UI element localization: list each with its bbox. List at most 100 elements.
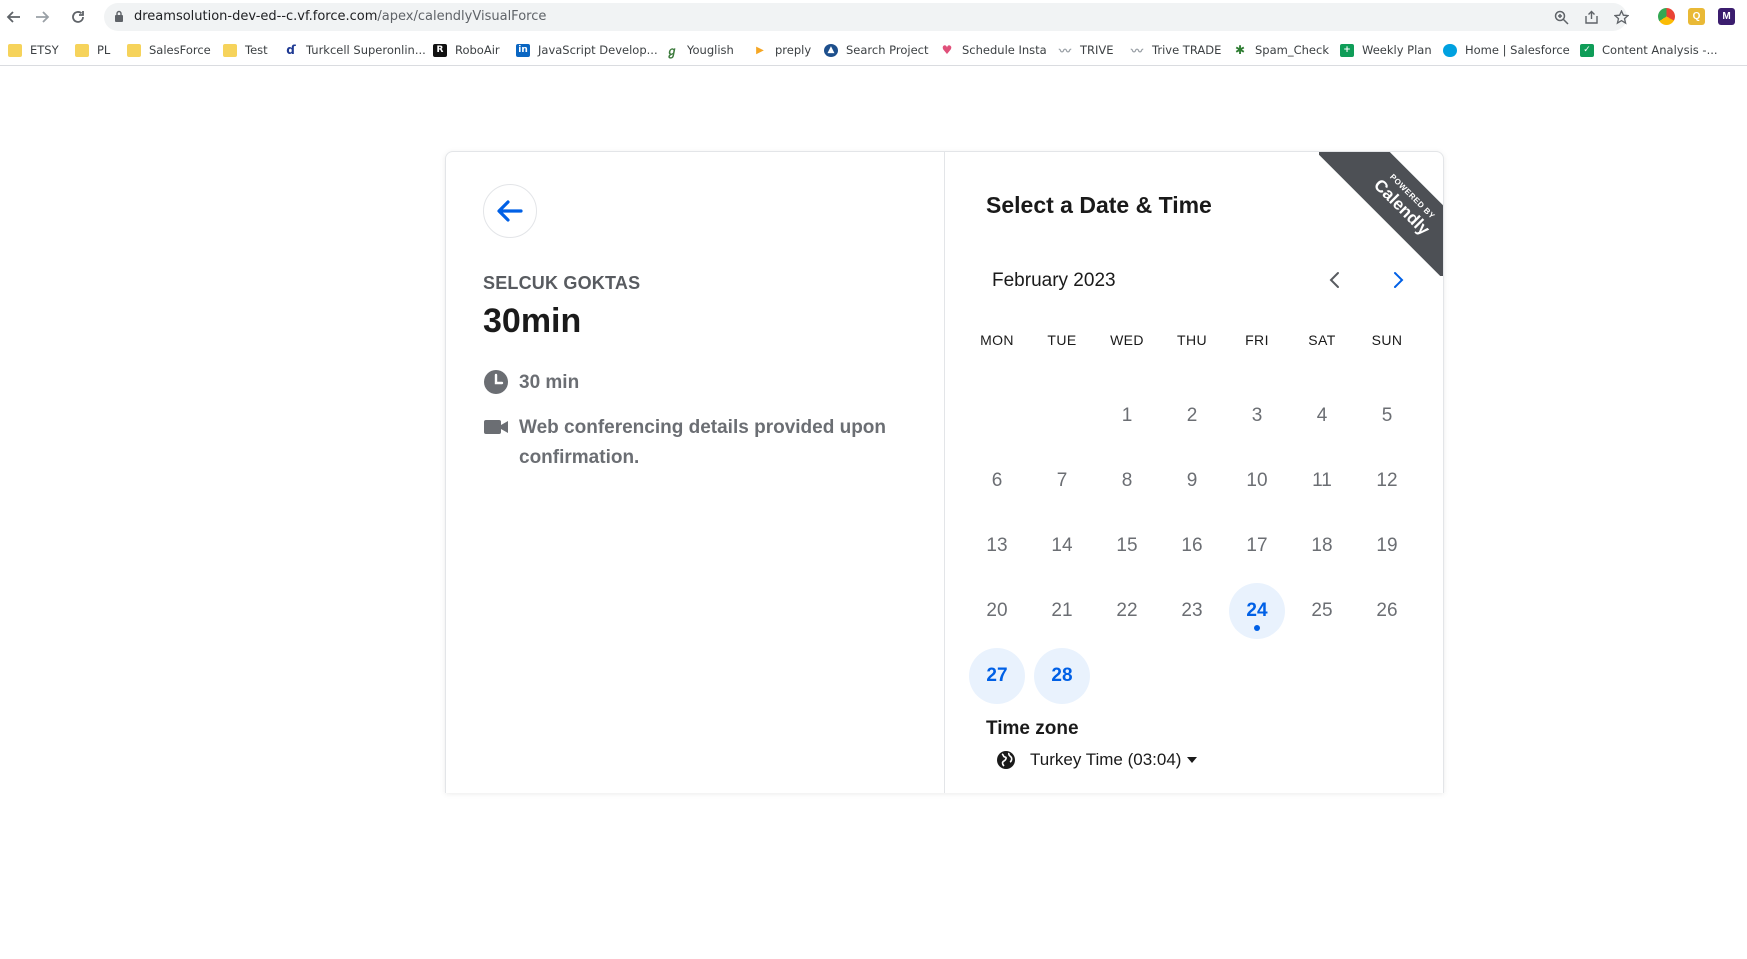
weekday-tue: TUE — [1047, 332, 1077, 348]
folder-icon — [8, 43, 22, 57]
extension-chrome-icon[interactable] — [1658, 8, 1675, 25]
bookmark-turkcell[interactable]: ɗ Turkcell Superonlin... — [284, 42, 426, 58]
powered-by-ribbon[interactable]: POWERED BY Calendly — [1319, 152, 1443, 276]
globe-icon — [997, 751, 1015, 769]
calendar-day-16: 16 — [1181, 535, 1203, 556]
bookmark-trive-trade[interactable]: 〰 Trive TRADE — [1130, 42, 1221, 58]
month-label: February 2023 — [992, 270, 1116, 291]
roboair-icon: R — [433, 43, 447, 57]
folder-icon — [223, 43, 237, 57]
weekday-thu: THU — [1177, 332, 1207, 348]
clock-icon — [484, 370, 508, 394]
calendar-day-11: 11 — [1312, 470, 1332, 491]
calendar-day-7: 7 — [1056, 470, 1068, 491]
calendar-day-8: 8 — [1121, 470, 1133, 491]
calendar-day-23: 23 — [1181, 600, 1203, 621]
calendar-day-9: 9 — [1186, 470, 1198, 491]
salesforce-icon — [1443, 43, 1457, 57]
timezone-value: Turkey Time (03:04) — [1030, 750, 1182, 769]
bookmark-spam-check[interactable]: ✱ Spam_Check — [1233, 42, 1329, 58]
timezone-select[interactable]: Turkey Time (03:04) — [996, 750, 1198, 770]
lock-icon — [115, 10, 123, 22]
back-button[interactable] — [483, 184, 537, 238]
bookmark-weekly-plan[interactable]: + Weekly Plan — [1340, 42, 1432, 58]
bookmark-trive[interactable]: 〰 TRIVE — [1058, 42, 1114, 58]
calendar-day-18: 18 — [1311, 535, 1333, 556]
timezone-label: Time zone — [986, 718, 1079, 739]
calendar-day-5: 5 — [1381, 405, 1393, 426]
turkcell-icon: ɗ — [286, 43, 296, 57]
forward-arrow-icon[interactable] — [32, 7, 52, 27]
calendar-day-12: 12 — [1376, 470, 1398, 491]
share-icon[interactable] — [1582, 8, 1600, 26]
calendar-day-15: 15 — [1116, 535, 1138, 556]
weekday-sat: SAT — [1308, 332, 1336, 348]
video-camera-icon — [484, 420, 508, 434]
weekday-mon: MON — [980, 332, 1014, 348]
event-title: 30min — [483, 302, 582, 340]
bookmark-etsy[interactable]: ETSY — [8, 42, 59, 58]
youglish-icon: ℊ — [665, 43, 678, 58]
bookmark-pl[interactable]: PL — [75, 42, 110, 58]
linkedin-icon: in — [516, 43, 530, 57]
calendar-day-10: 10 — [1246, 470, 1268, 491]
zoom-icon[interactable] — [1552, 8, 1570, 26]
event-details-pane: SELCUK GOKTAS 30min 30 min Web conferenc… — [446, 152, 945, 793]
browser-toolbar: dreamsolution-dev-ed--c.vf.force.com/ape… — [0, 0, 1747, 34]
bookmark-salesforce[interactable]: SalesForce — [127, 42, 211, 58]
bookmark-home-salesforce[interactable]: Home | Salesforce — [1443, 42, 1570, 58]
weekday-wed: WED — [1110, 332, 1144, 348]
select-date-title: Select a Date & Time — [986, 192, 1212, 218]
bookmark-test[interactable]: Test — [223, 42, 268, 58]
folder-icon — [75, 43, 89, 57]
duration-row: 30 min — [483, 368, 579, 398]
calendar-day-2: 2 — [1186, 405, 1198, 426]
calendar-day-28[interactable]: 28 — [1034, 648, 1090, 704]
preply-icon: ▶ — [756, 44, 764, 56]
checkbox-icon: ✓ — [1580, 43, 1594, 57]
location-row: Web conferencing details provided upon c… — [483, 413, 903, 473]
trive-icon: 〰 — [1130, 43, 1143, 58]
bookmark-javascript[interactable]: in JavaScript Develop... — [516, 42, 658, 58]
duration-text: 30 min — [519, 372, 580, 393]
back-arrow-icon[interactable] — [4, 7, 24, 27]
calendar-day-25: 25 — [1311, 600, 1333, 621]
calendar-day-17: 17 — [1246, 535, 1268, 556]
calendar-day-6: 6 — [991, 470, 1003, 491]
host-name: SELCUK GOKTAS — [483, 273, 641, 293]
calendar-day-14: 14 — [1051, 535, 1073, 556]
bookmark-search-project[interactable]: ▲ Search Project — [824, 42, 929, 58]
bookmark-schedule-insta[interactable]: ♥ Schedule Insta — [940, 42, 1047, 58]
trive-icon: 〰 — [1058, 43, 1071, 58]
weekday-fri: FRI — [1245, 332, 1269, 348]
calendar-day-19: 19 — [1376, 535, 1398, 556]
extension-search-icon[interactable]: Q — [1688, 8, 1705, 25]
calendar-day-3: 3 — [1251, 405, 1263, 426]
calendar-day-21: 21 — [1051, 600, 1073, 621]
bookmark-content-analysis[interactable]: ✓ Content Analysis -... — [1580, 42, 1718, 58]
calendar-day-20: 20 — [986, 600, 1008, 621]
palm-icon: ✱ — [1234, 43, 1246, 57]
reload-icon[interactable] — [68, 7, 88, 27]
calendar-day-26: 26 — [1376, 600, 1398, 621]
bookmark-youglish[interactable]: ℊ Youglish — [665, 42, 734, 58]
weekday-sun: SUN — [1371, 332, 1403, 348]
calendly-badge: POWERED BY Calendly — [1319, 152, 1443, 276]
arrow-left-icon — [497, 200, 523, 222]
calendar-day-27[interactable]: 27 — [969, 648, 1025, 704]
heart-icon: ♥ — [941, 43, 953, 57]
sheets-icon: + — [1340, 43, 1354, 57]
bookmarks-bar: ETSY PL SalesForce Test ɗ Turkcell Supero… — [0, 34, 1747, 66]
url-text: dreamsolution-dev-ed--c.vf.force.com/ape… — [134, 9, 547, 24]
bookmark-preply[interactable]: ▶ preply — [753, 42, 811, 58]
calendar-day-1: 1 — [1121, 405, 1133, 426]
calendar-day-22: 22 — [1116, 600, 1138, 621]
extension-m-icon[interactable]: M — [1718, 8, 1735, 25]
calendar-day-24[interactable]: 24 — [1229, 583, 1285, 639]
calendly-widget: SELCUK GOKTAS 30min 30 min Web conferenc… — [445, 151, 1444, 793]
caret-down-icon — [1187, 757, 1198, 763]
bookmark-roboair[interactable]: R RoboAir — [433, 42, 500, 58]
address-bar[interactable]: dreamsolution-dev-ed--c.vf.force.com/ape… — [104, 3, 1630, 31]
calendar-day-4: 4 — [1316, 405, 1328, 426]
bookmark-star-icon[interactable] — [1612, 8, 1630, 26]
